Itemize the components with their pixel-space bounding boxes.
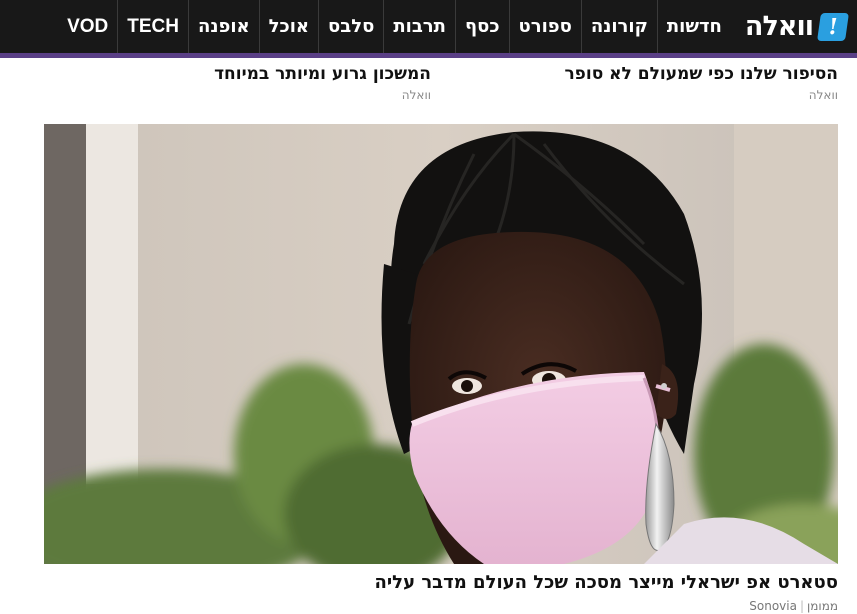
- hero-image[interactable]: [44, 124, 838, 564]
- sponsor-label: ממומן: [807, 599, 838, 613]
- article-title[interactable]: המשכון גרוע ומיותר במיוחד: [214, 60, 431, 88]
- site-logo[interactable]: ! וואלה: [731, 0, 857, 53]
- article-card-mortgage[interactable]: המשכון גרוע ומיותר במיוחד וואלה: [214, 60, 431, 102]
- nav-item-1[interactable]: קורונה: [580, 0, 657, 53]
- top-navbar: ! וואלה חדשות קורונה ספורט כסף תרבות סלבס אוכל…: [0, 0, 857, 53]
- article-card-our-story[interactable]: הסיפור שלנו כפי שמעולם לא סופר וואלה: [564, 60, 838, 102]
- nav-item-7[interactable]: אופנה: [187, 0, 259, 53]
- sponsor-name[interactable]: Sonovia: [749, 599, 797, 613]
- article-source: וואלה: [401, 88, 431, 102]
- nav-item-0[interactable]: חדשות: [656, 0, 731, 53]
- hero-caption: סטארט אפ ישראלי מייצר מסכה שכל העולם מדב…: [375, 568, 838, 614]
- main-nav: חדשות קורונה ספורט כסף תרבות סלבס אוכל אופנה TEC…: [58, 0, 731, 53]
- nav-item-9[interactable]: VOD: [58, 0, 117, 53]
- navbar-accent-stripe: [0, 53, 857, 58]
- nav-item-4[interactable]: תרבות: [383, 0, 455, 53]
- article-title[interactable]: הסיפור שלנו כפי שמעולם לא סופר: [564, 60, 838, 88]
- hero-title[interactable]: סטארט אפ ישראלי מייצר מסכה שכל העולם מדב…: [375, 568, 838, 598]
- logo-exclamation-icon: !: [817, 12, 849, 41]
- nav-item-2[interactable]: ספורט: [508, 0, 581, 53]
- nav-item-8[interactable]: TECH: [117, 0, 188, 53]
- sponsored-meta: ממומן|Sonovia: [375, 598, 838, 614]
- meta-separator: |: [799, 599, 804, 613]
- logo-text: וואלה: [744, 11, 814, 42]
- nav-item-6[interactable]: אוכל: [258, 0, 318, 53]
- hero-photo-illustration: [44, 124, 838, 564]
- article-source: וואלה: [808, 88, 838, 102]
- nav-item-5[interactable]: סלבס: [318, 0, 383, 53]
- nav-item-3[interactable]: כסף: [454, 0, 509, 53]
